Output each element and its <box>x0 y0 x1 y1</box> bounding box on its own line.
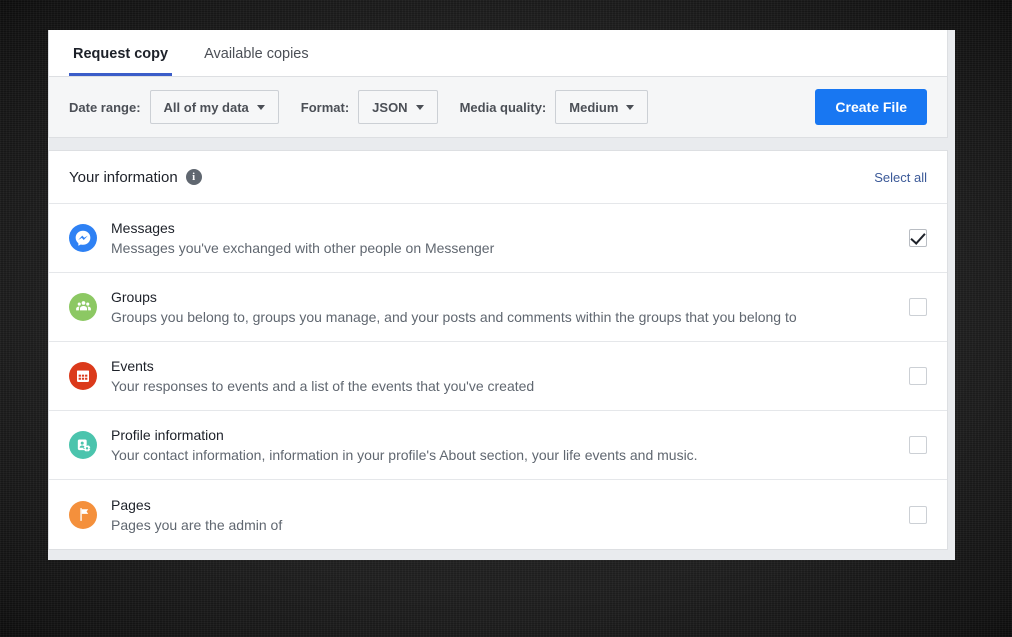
date-range-select[interactable]: All of my data <box>149 90 279 124</box>
checkbox-messages[interactable] <box>909 229 927 247</box>
chevron-down-icon <box>626 104 635 110</box>
list-item-events[interactable]: Events Your responses to events and a li… <box>49 342 947 411</box>
checkbox-events[interactable] <box>909 367 927 385</box>
chevron-down-icon <box>256 104 265 110</box>
request-options-toolbar: Date range: All of my data Format: JSON … <box>49 77 947 137</box>
info-icon[interactable]: i <box>185 169 202 185</box>
checkbox-groups[interactable] <box>909 298 927 316</box>
list-item-description: Messages you've exchanged with other peo… <box>111 240 495 256</box>
tab-request-copy[interactable]: Request copy <box>69 45 173 76</box>
page-gutter <box>948 30 955 560</box>
page-viewport: Request copy Available copies Date range… <box>48 30 955 560</box>
messenger-icon <box>69 224 97 252</box>
list-item-title: Pages <box>111 496 151 513</box>
checkbox-profile-information[interactable] <box>909 436 927 454</box>
checkbox-pages[interactable] <box>909 505 927 524</box>
list-item-description: Your contact information, information in… <box>111 447 698 463</box>
list-item-text: Groups Groups you belong to, groups you … <box>111 288 895 326</box>
list-item-description: Pages you are the admin of <box>111 516 283 533</box>
tab-available-copies-label: Available copies <box>204 45 309 62</box>
list-item-groups[interactable]: Groups Groups you belong to, groups you … <box>49 273 947 342</box>
list-item-messages[interactable]: Messages Messages you've exchanged with … <box>49 204 947 273</box>
your-information-card: Your information i Select all Messages M… <box>48 150 948 550</box>
list-item-title: Messages <box>111 220 175 236</box>
tab-bar: Request copy Available copies <box>49 30 947 77</box>
list-item-text: Messages Messages you've exchanged with … <box>111 219 895 257</box>
create-file-button[interactable]: Create File <box>815 89 927 125</box>
date-range-label: Date range: <box>69 99 141 115</box>
chevron-down-icon <box>415 104 424 110</box>
list-item-description: Your responses to events and a list of t… <box>111 378 535 394</box>
list-item-title: Events <box>111 358 154 374</box>
events-calendar-icon <box>69 362 97 390</box>
page-title: Your information <box>69 168 178 186</box>
groups-icon <box>69 293 97 321</box>
media-quality-select[interactable]: Medium <box>555 90 649 124</box>
format-label: Format: <box>300 99 350 115</box>
tab-request-copy-label: Request copy <box>73 45 169 62</box>
list-item-profile-information[interactable]: Profile information Your contact informa… <box>49 411 947 480</box>
list-item-title: Profile information <box>111 427 224 443</box>
request-copy-card: Request copy Available copies Date range… <box>48 30 948 138</box>
tab-available-copies[interactable]: Available copies <box>200 45 313 77</box>
list-item-text: Pages Pages you are the admin of <box>111 496 895 534</box>
format-value: JSON <box>372 99 408 115</box>
page-content: Request copy Available copies Date range… <box>48 30 948 550</box>
list-item-title: Groups <box>111 289 157 305</box>
select-all-link[interactable]: Select all <box>874 170 927 185</box>
list-item-pages[interactable]: Pages Pages you are the admin of <box>49 480 947 549</box>
format-select[interactable]: JSON <box>358 90 438 124</box>
profile-gear-icon <box>69 431 97 459</box>
list-item-text: Events Your responses to events and a li… <box>111 357 895 395</box>
date-range-value: All of my data <box>163 99 249 115</box>
pages-flag-icon <box>69 500 97 529</box>
your-information-header: Your information i Select all <box>49 151 947 204</box>
media-quality-value: Medium <box>569 99 619 115</box>
media-quality-label: Media quality: <box>459 99 547 115</box>
list-item-text: Profile information Your contact informa… <box>111 426 895 464</box>
list-item-description: Groups you belong to, groups you manage,… <box>111 309 797 325</box>
